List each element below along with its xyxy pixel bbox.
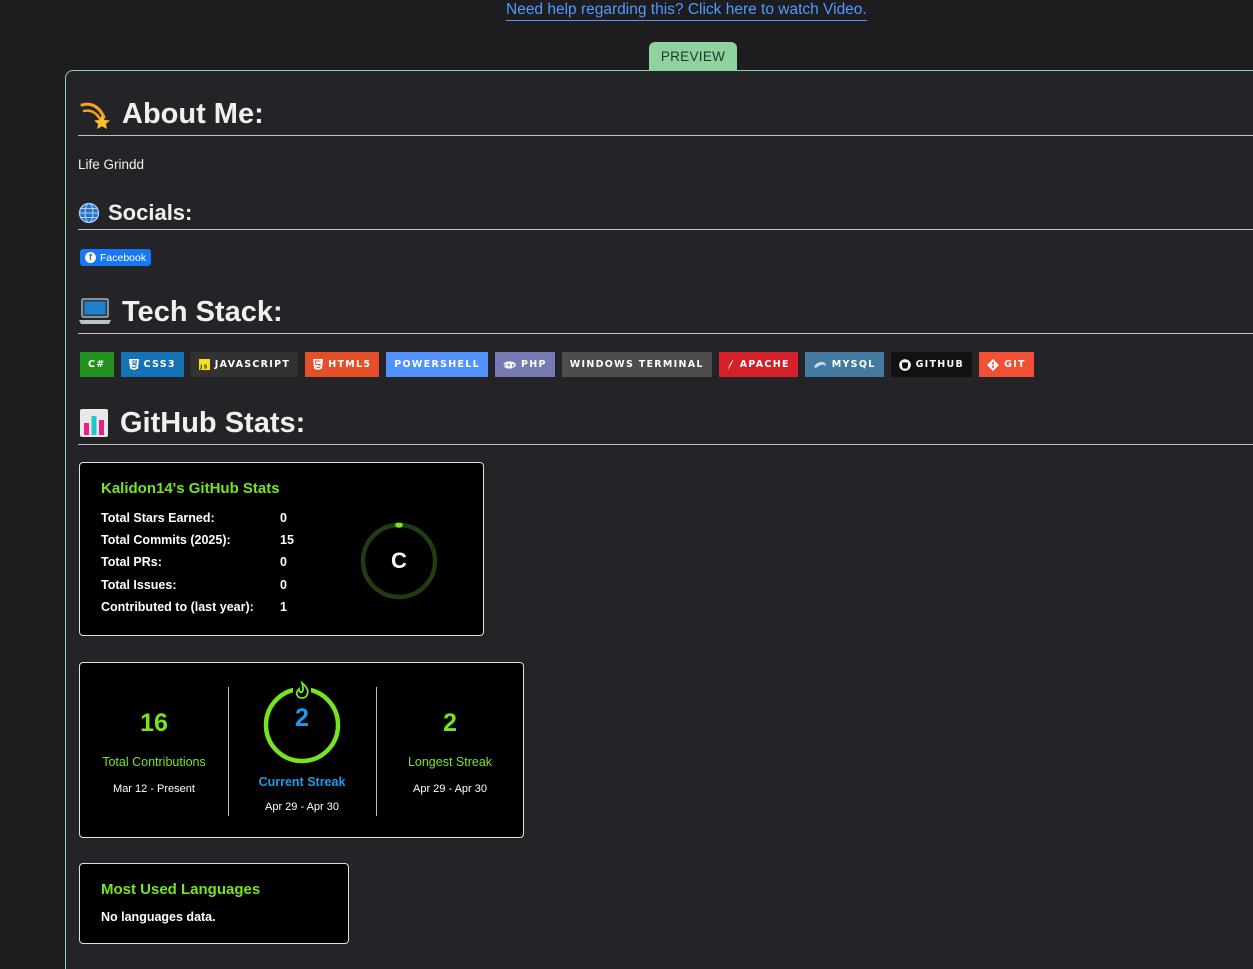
current-streak-value: 2 bbox=[295, 704, 309, 732]
page: Need help regarding this? Click here to … bbox=[0, 0, 1253, 969]
github-stats-card: Kalidon14's GitHub Stats Total Stars Ear… bbox=[79, 462, 484, 636]
preview-tab[interactable]: PREVIEW bbox=[649, 42, 737, 71]
stat-label: Contributed to (last year): bbox=[101, 600, 254, 614]
badge-label: GIT bbox=[1004, 359, 1026, 370]
longest-streak-value: 2 bbox=[443, 709, 457, 737]
badge-windows-terminal[interactable]: WINDOWS TERMINAL bbox=[561, 352, 712, 377]
socials-heading: Socials: bbox=[78, 197, 1253, 230]
github-stats-title: GitHub Stats: bbox=[120, 406, 306, 439]
streak-stats-card: 16 Total Contributions Mar 12 - Present … bbox=[79, 662, 524, 838]
css3-icon bbox=[128, 359, 139, 370]
stat-value: 0 bbox=[280, 511, 287, 525]
divider bbox=[376, 687, 377, 816]
stats-card-title: Kalidon14's GitHub Stats bbox=[101, 480, 280, 497]
shooting-star-icon bbox=[78, 97, 112, 131]
stat-row-issues: Total Issues: 0 bbox=[101, 578, 287, 592]
help-video-link[interactable]: Need help regarding this? Click here to … bbox=[506, 0, 867, 21]
badge-label: HTML5 bbox=[328, 359, 372, 370]
facebook-icon: f bbox=[85, 252, 96, 263]
longest-streak-date: Apr 29 - Apr 30 bbox=[413, 783, 487, 795]
stat-label: Total Commits (2025): bbox=[101, 533, 231, 547]
total-contributions-value: 16 bbox=[140, 709, 168, 737]
languages-empty-text: No languages data. bbox=[101, 910, 216, 924]
about-text: Life Grindd bbox=[78, 157, 145, 172]
badge-label: WINDOWS TERMINAL bbox=[569, 359, 704, 370]
longest-streak-label: Longest Streak bbox=[407, 755, 493, 769]
total-contributions-label: Total Contributions bbox=[102, 755, 206, 769]
facebook-badge[interactable]: f Facebook bbox=[80, 249, 152, 266]
badge-powershell[interactable]: POWERSHELL bbox=[386, 352, 488, 377]
badge-javascript[interactable]: JS JAVASCRIPT bbox=[190, 352, 299, 377]
svg-text:php: php bbox=[503, 362, 516, 367]
svg-text:JS: JS bbox=[199, 365, 209, 371]
badge-mysql[interactable]: MYSQL bbox=[804, 352, 884, 377]
stat-value: 1 bbox=[280, 600, 287, 614]
stat-row-prs: Total PRs: 0 bbox=[101, 555, 287, 569]
about-heading: About Me: bbox=[78, 93, 1253, 136]
rank-circle: C bbox=[359, 521, 439, 601]
preview-panel: About Me: Life Grindd Socials: f Faceboo… bbox=[65, 70, 1253, 969]
badge-label: PHP bbox=[520, 359, 547, 370]
badge-label: JAVASCRIPT bbox=[214, 359, 291, 370]
total-contributions-date: Mar 12 - Present bbox=[113, 783, 195, 795]
badge-apache[interactable]: APACHE bbox=[718, 352, 798, 377]
badge-label: APACHE bbox=[739, 359, 790, 370]
git-icon bbox=[987, 358, 1000, 371]
badge-git[interactable]: GIT bbox=[979, 352, 1034, 377]
languages-card-title: Most Used Languages bbox=[101, 881, 261, 898]
facebook-label: Facebook bbox=[100, 251, 147, 264]
badge-html5[interactable]: HTML5 bbox=[305, 352, 380, 377]
rank-letter: C bbox=[391, 548, 407, 573]
badge-label: POWERSHELL bbox=[394, 359, 480, 370]
stat-value: 15 bbox=[280, 533, 294, 547]
apache-feather-icon bbox=[727, 359, 735, 370]
badge-label: C# bbox=[88, 359, 106, 370]
javascript-icon: JS bbox=[198, 359, 210, 371]
about-title: About Me: bbox=[122, 97, 264, 130]
languages-card: Most Used Languages No languages data. bbox=[79, 863, 349, 944]
github-icon bbox=[898, 358, 911, 371]
github-stats-heading: GitHub Stats: bbox=[78, 402, 1253, 445]
laptop-icon bbox=[78, 296, 112, 328]
badge-github[interactable]: GITHUB bbox=[890, 352, 973, 377]
stat-value: 0 bbox=[280, 555, 287, 569]
stat-label: Total Issues: bbox=[101, 578, 177, 592]
mysql-dolphin-icon bbox=[813, 360, 827, 369]
streak-ring: 2 bbox=[262, 680, 342, 765]
stat-label: Total PRs: bbox=[101, 555, 162, 569]
globe-icon bbox=[78, 202, 100, 224]
current-streak-label: Current Streak bbox=[258, 775, 346, 789]
tech-badges: C# CSS3 JS JAVASCRIPT HTML5 POWERSHELL p… bbox=[80, 352, 1034, 377]
badge-label: MYSQL bbox=[831, 359, 876, 370]
php-icon: php bbox=[503, 360, 516, 369]
badge-css3[interactable]: CSS3 bbox=[120, 352, 184, 377]
html5-icon bbox=[313, 359, 324, 370]
stat-label: Total Stars Earned: bbox=[101, 511, 215, 525]
badge-php[interactable]: php PHP bbox=[494, 352, 555, 377]
badge-label: CSS3 bbox=[143, 359, 176, 370]
stat-value: 0 bbox=[280, 578, 287, 592]
stat-row-commits: Total Commits (2025): 15 bbox=[101, 533, 294, 547]
badge-label: GITHUB bbox=[915, 359, 965, 370]
tech-stack-title: Tech Stack: bbox=[122, 295, 283, 328]
divider bbox=[228, 687, 229, 816]
stat-row-contributed: Contributed to (last year): 1 bbox=[101, 600, 287, 614]
socials-title: Socials: bbox=[108, 200, 193, 225]
current-streak-date: Apr 29 - Apr 30 bbox=[265, 801, 339, 813]
stat-row-stars: Total Stars Earned: 0 bbox=[101, 511, 287, 525]
badge-csharp[interactable]: C# bbox=[80, 352, 114, 377]
bar-chart-icon bbox=[78, 407, 110, 439]
tech-stack-heading: Tech Stack: bbox=[78, 291, 1253, 334]
